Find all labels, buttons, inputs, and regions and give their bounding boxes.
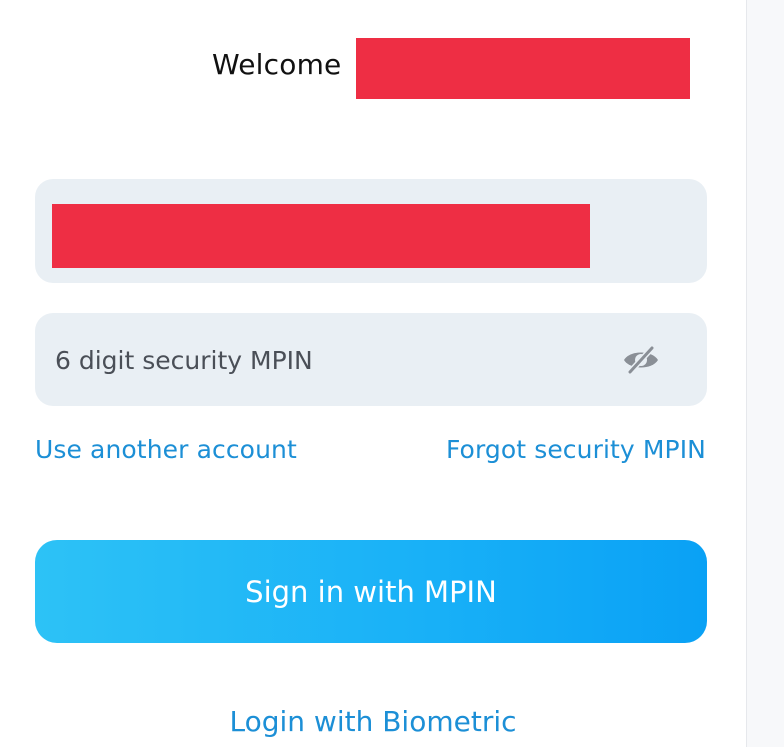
use-another-account-link[interactable]: Use another account <box>35 435 297 464</box>
eye-slash-icon[interactable] <box>621 345 661 375</box>
redacted-account-id <box>52 204 590 268</box>
account-field[interactable] <box>35 179 707 283</box>
forgot-mpin-link[interactable]: Forgot security MPIN <box>446 435 706 464</box>
login-with-biometric-link[interactable]: Login with Biometric <box>0 705 746 738</box>
scroll-gutter <box>746 0 784 747</box>
welcome-label: Welcome <box>212 48 342 81</box>
sign-in-with-mpin-button[interactable]: Sign in with MPIN <box>35 540 707 643</box>
redacted-username <box>356 38 690 99</box>
mpin-field-container <box>35 313 707 406</box>
login-screen: Welcome Use another account Forgot secur… <box>0 0 784 747</box>
mpin-input[interactable] <box>55 337 615 383</box>
